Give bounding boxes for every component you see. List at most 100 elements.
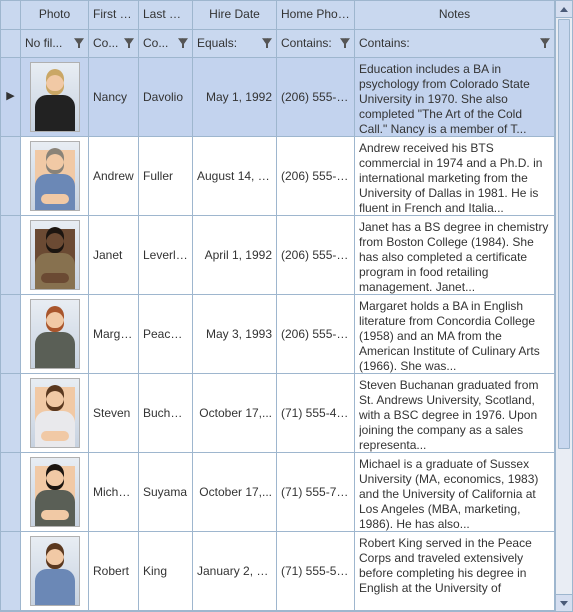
table-row[interactable]: Michael Suyama October 17,...(71) 555-7773…: [1, 453, 555, 532]
filter-cell-photo[interactable]: No fil...: [21, 30, 89, 58]
filter-label: Equals:: [197, 36, 259, 51]
last-name-cell[interactable]: King: [139, 532, 193, 610]
home-phone-cell[interactable]: (206) 555-94...: [277, 137, 355, 215]
hire-date-cell[interactable]: October 17,...: [193, 453, 277, 531]
row-indicator-cell[interactable]: [1, 374, 21, 452]
table-row[interactable]: Janet Leverling April 1, 1992(206) 555-34.…: [1, 216, 555, 295]
filter-cell-hire-date[interactable]: Equals:: [193, 30, 277, 58]
photo-cell: [21, 453, 89, 531]
photo-cell: [21, 58, 89, 136]
filter-cell-first-name[interactable]: Co...: [89, 30, 139, 58]
filter-cell-notes[interactable]: Contains:: [355, 30, 555, 58]
table-row[interactable]: StevenBuchan... October 17,... (71) 555-48…: [1, 374, 555, 453]
last-name-cell-text: King: [143, 564, 188, 579]
last-name-cell[interactable]: Buchan...: [139, 374, 193, 452]
notes-cell[interactable]: Janet has a BS degree in chemistry from …: [355, 216, 555, 294]
table-row[interactable]: Margar... PeacockMay 3, 1993(206) 555-81.…: [1, 295, 555, 374]
home-phone-cell[interactable]: (71) 555-4848: [277, 374, 355, 452]
table-row[interactable]: ▶ NancyDavolio May 1, 1992 (206) 555-98...E…: [1, 58, 555, 137]
column-header-notes[interactable]: Notes: [355, 1, 555, 29]
employee-photo: [30, 141, 80, 211]
photo-cell: [21, 374, 89, 452]
first-name-cell[interactable]: Janet: [89, 216, 139, 294]
first-name-cell[interactable]: Steven: [89, 374, 139, 452]
column-header-photo[interactable]: Photo: [21, 1, 89, 29]
last-name-cell-text: Leverling: [143, 248, 188, 263]
hire-date-cell[interactable]: January 2, 1...: [193, 532, 277, 610]
notes-cell[interactable]: Andrew received his BTS commercial in 19…: [355, 137, 555, 215]
notes-cell[interactable]: Education includes a BA in psychology fr…: [355, 58, 555, 136]
filter-icon[interactable]: [340, 38, 350, 48]
last-name-cell[interactable]: Fuller: [139, 137, 193, 215]
first-name-cell-text: Andrew: [93, 169, 134, 184]
employee-photo: [30, 299, 80, 369]
row-indicator-header[interactable]: [1, 1, 21, 29]
employee-photo: [30, 62, 80, 132]
scroll-down-button[interactable]: [556, 594, 572, 611]
hire-date-cell-text: May 1, 1992: [197, 90, 272, 105]
column-header-row: Photo First N... Last Na... Hire Date Ho…: [1, 1, 555, 30]
first-name-cell-text: Janet: [93, 248, 134, 263]
notes-cell[interactable]: Robert King served in the Peace Corps an…: [355, 532, 555, 610]
first-name-cell[interactable]: Robert: [89, 532, 139, 610]
notes-cell[interactable]: Steven Buchanan graduated from St. Andre…: [355, 374, 555, 452]
home-phone-cell[interactable]: (206) 555-98...: [277, 58, 355, 136]
filter-row-indicator: [1, 30, 21, 58]
column-header-last-name[interactable]: Last Na...: [139, 1, 193, 29]
home-phone-cell[interactable]: (71) 555-5598: [277, 532, 355, 610]
scroll-up-button[interactable]: [556, 1, 572, 18]
filter-icon[interactable]: [540, 38, 550, 48]
last-name-cell[interactable]: Leverling: [139, 216, 193, 294]
row-indicator-cell[interactable]: ▶: [1, 58, 21, 136]
filter-icon[interactable]: [74, 38, 84, 48]
notes-cell-text: Steven Buchanan graduated from St. Andre…: [359, 378, 550, 452]
filter-cell-last-name[interactable]: Co...: [139, 30, 193, 58]
notes-cell-text: Janet has a BS degree in chemistry from …: [359, 220, 550, 294]
photo-cell: [21, 137, 89, 215]
photo-cell: [21, 532, 89, 610]
filter-icon[interactable]: [124, 38, 134, 48]
photo-cell: [21, 216, 89, 294]
row-indicator-cell[interactable]: [1, 532, 21, 610]
first-name-cell[interactable]: Michael: [89, 453, 139, 531]
notes-cell[interactable]: Margaret holds a BA in English literatur…: [355, 295, 555, 373]
chevron-up-icon: [560, 7, 568, 12]
scrollbar-thumb[interactable]: [558, 19, 570, 449]
employee-photo: [30, 378, 80, 448]
filter-label: Co...: [143, 36, 175, 51]
last-name-cell[interactable]: Peacock: [139, 295, 193, 373]
column-header-hire-date[interactable]: Hire Date: [193, 1, 277, 29]
hire-date-cell[interactable]: May 3, 1993: [193, 295, 277, 373]
home-phone-cell[interactable]: (71) 555-7773: [277, 453, 355, 531]
hire-date-cell[interactable]: October 17,...: [193, 374, 277, 452]
notes-cell[interactable]: Michael is a graduate of Sussex Universi…: [355, 453, 555, 531]
notes-cell-text: Margaret holds a BA in English literatur…: [359, 299, 550, 373]
column-header-home-phone[interactable]: Home Phone: [277, 1, 355, 29]
table-row[interactable]: Robert King January 2, 1...(71) 555-5598Ro…: [1, 532, 555, 611]
first-name-cell-text: Margar...: [93, 327, 134, 342]
row-indicator-cell[interactable]: [1, 453, 21, 531]
last-name-cell[interactable]: Davolio: [139, 58, 193, 136]
vertical-scrollbar[interactable]: [555, 1, 572, 611]
hire-date-cell[interactable]: May 1, 1992: [193, 58, 277, 136]
first-name-cell[interactable]: Margar...: [89, 295, 139, 373]
filter-icon[interactable]: [178, 38, 188, 48]
hire-date-cell-text: October 17,...: [197, 406, 272, 421]
hire-date-cell[interactable]: August 14, 1...: [193, 137, 277, 215]
row-indicator-cell[interactable]: [1, 216, 21, 294]
filter-icon[interactable]: [262, 38, 272, 48]
column-header-first-name[interactable]: First N...: [89, 1, 139, 29]
last-name-cell[interactable]: Suyama: [139, 453, 193, 531]
employee-photo: [30, 457, 80, 527]
first-name-cell[interactable]: Nancy: [89, 58, 139, 136]
row-indicator-cell[interactable]: [1, 295, 21, 373]
hire-date-cell[interactable]: April 1, 1992: [193, 216, 277, 294]
table-row[interactable]: Andrew Fuller August 14, 1...(206) 555-94.…: [1, 137, 555, 216]
last-name-cell-text: Suyama: [143, 485, 188, 500]
home-phone-cell[interactable]: (206) 555-34...: [277, 216, 355, 294]
row-indicator-cell[interactable]: [1, 137, 21, 215]
last-name-cell-text: Fuller: [143, 169, 188, 184]
home-phone-cell[interactable]: (206) 555-81...: [277, 295, 355, 373]
filter-cell-home-phone[interactable]: Contains:: [277, 30, 355, 58]
first-name-cell[interactable]: Andrew: [89, 137, 139, 215]
